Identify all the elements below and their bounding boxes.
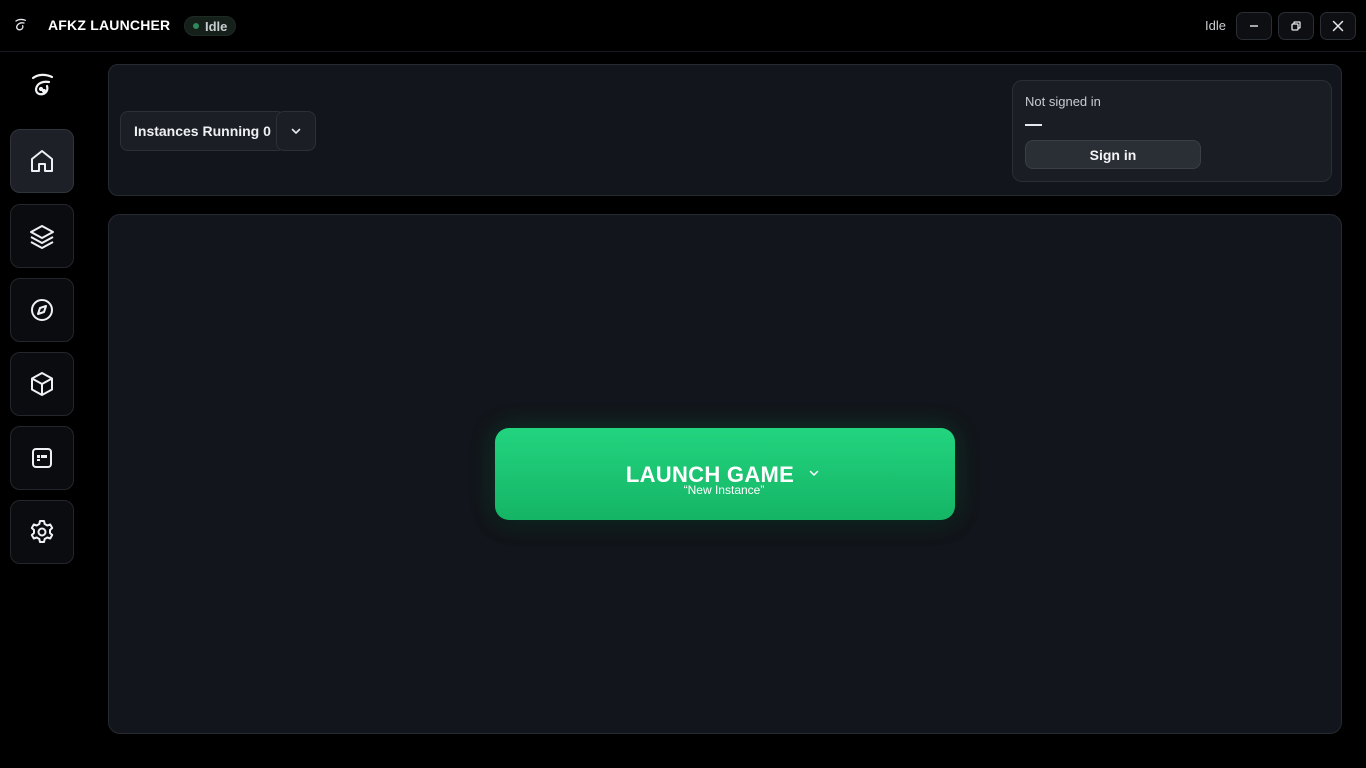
account-card: Not signed in Sign in [1012, 80, 1332, 182]
launch-game-button[interactable]: LAUNCH GAME “New Instance” [495, 428, 955, 520]
gear-icon [30, 520, 54, 543]
sidebar-item-packages[interactable] [10, 352, 74, 416]
account-status: Not signed in [1025, 94, 1101, 109]
afkz-logo-icon [15, 18, 26, 31]
app-window-icon [32, 448, 52, 468]
chevron-down-icon [291, 128, 301, 134]
layers-icon [30, 225, 54, 249]
sidebar-item-layers[interactable] [10, 204, 74, 268]
status-dot [193, 23, 199, 29]
account-name-placeholder [1025, 124, 1042, 126]
app-title: AFKZ LAUNCHER [48, 17, 171, 33]
cube-icon [31, 372, 53, 396]
close-icon [1332, 20, 1344, 32]
chevron-down-icon[interactable] [807, 466, 821, 480]
title-bar: AFKZ LAUNCHER Idle Idle [0, 0, 1366, 52]
status-badge-label: Idle [205, 18, 228, 34]
sidebar-item-dashboard[interactable] [10, 426, 74, 490]
restore-button[interactable] [1278, 12, 1314, 40]
selected-instance-label: “New Instance” [683, 483, 765, 497]
restore-icon [1291, 21, 1301, 31]
status-text: Idle [1205, 18, 1226, 33]
afkz-logo-icon [31, 73, 54, 96]
sidebar-item-discover[interactable] [10, 278, 74, 342]
instances-dropdown-button[interactable] [276, 111, 316, 151]
main-panel: LAUNCH GAME “New Instance” [108, 214, 1342, 734]
instances-running-button[interactable]: Instances Running 0 [120, 111, 285, 151]
minimize-icon [1250, 25, 1258, 27]
close-button[interactable] [1320, 12, 1356, 40]
minimize-button[interactable] [1236, 12, 1272, 40]
sidebar-item-settings[interactable] [10, 500, 74, 564]
sign-in-button[interactable]: Sign in [1025, 140, 1201, 169]
instances-panel: Instances Running 0 Not signed in Sign i… [108, 64, 1342, 196]
home-icon [31, 150, 53, 172]
status-badge: Idle [184, 16, 237, 36]
compass-icon [31, 299, 53, 321]
sidebar-item-home[interactable] [10, 129, 74, 193]
